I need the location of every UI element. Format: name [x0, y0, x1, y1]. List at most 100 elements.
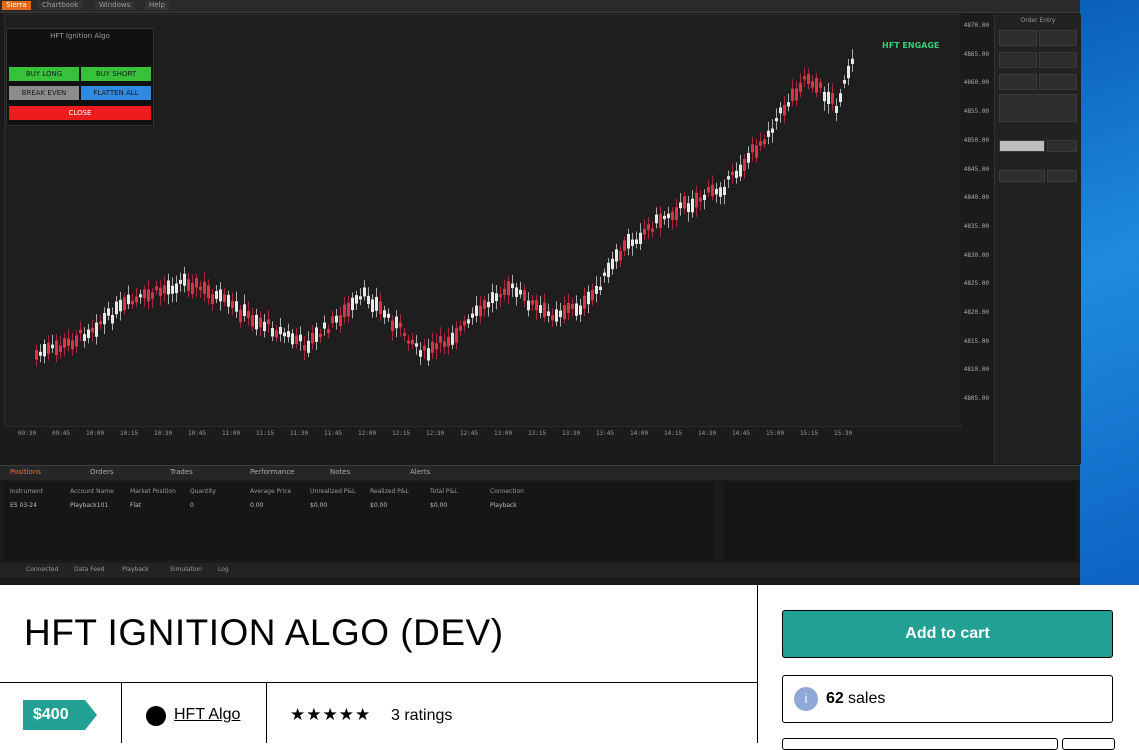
candle-body	[299, 334, 302, 342]
candle-body	[539, 305, 542, 313]
order-button[interactable]	[1039, 74, 1077, 90]
candle-body	[287, 331, 290, 338]
wishlist-button[interactable]	[782, 738, 1058, 750]
candle-body	[739, 164, 742, 177]
candle-body	[779, 107, 782, 114]
lower-tab[interactable]: Notes	[330, 468, 350, 476]
candle-body	[403, 332, 406, 337]
candle-body	[819, 82, 822, 88]
candle-body	[151, 292, 154, 299]
candle-body	[623, 240, 626, 251]
flatten-button[interactable]: FLATTEN ALL	[81, 86, 151, 100]
price-field[interactable]	[1047, 170, 1077, 182]
price-tick: 4820.00	[963, 309, 989, 316]
tif-field[interactable]	[999, 170, 1045, 182]
candle-body	[471, 313, 474, 318]
candle-body	[767, 130, 770, 137]
candle-body	[743, 158, 746, 171]
divider	[266, 683, 267, 743]
candle-body	[651, 228, 654, 232]
order-button[interactable]	[999, 74, 1037, 90]
status-tab[interactable]: Playback	[122, 566, 149, 573]
candle-body	[415, 343, 418, 347]
candle-body	[563, 305, 566, 320]
candle-body	[335, 315, 338, 323]
candle-body	[71, 340, 74, 350]
menu-item[interactable]: Help	[145, 1, 169, 10]
lower-tab[interactable]: Trades	[170, 468, 193, 476]
lower-tab[interactable]: Performance	[250, 468, 294, 476]
status-tab[interactable]: Data Feed	[74, 566, 105, 573]
order-button[interactable]	[999, 30, 1037, 46]
status-tab[interactable]: Connected	[26, 566, 58, 573]
status-tab[interactable]: Log	[218, 566, 229, 573]
candle-body	[283, 332, 286, 337]
candle-body	[235, 301, 238, 312]
order-quantity-box[interactable]	[999, 94, 1077, 122]
qty-field[interactable]	[1047, 140, 1077, 152]
price-tick: 4865.00	[963, 50, 989, 58]
account-field[interactable]	[999, 140, 1045, 152]
candle-body	[247, 311, 250, 318]
close-button[interactable]: CLOSE	[9, 106, 151, 120]
candle-body	[707, 186, 710, 193]
candle-body	[795, 88, 798, 101]
candle-body	[115, 301, 118, 315]
candle-body	[231, 301, 234, 309]
candle-body	[531, 300, 534, 305]
candle-body	[679, 202, 682, 209]
candle-body	[451, 332, 454, 345]
seller-link[interactable]: HFT Algo	[174, 706, 240, 724]
lower-tab[interactable]: Positions	[10, 468, 41, 476]
table-header: Market Position	[130, 488, 176, 495]
status-tab[interactable]: Simulation	[170, 566, 202, 573]
candle-body	[635, 239, 638, 244]
lower-tab[interactable]: Orders	[90, 468, 114, 476]
time-axis: 09:30 09:45 10:00 10:15 10:30 10:45 11:00 11:15…	[4, 427, 960, 441]
seller-avatar[interactable]	[146, 706, 166, 726]
order-button[interactable]	[1039, 30, 1077, 46]
price-tick: 4825.00	[963, 280, 989, 288]
candle-body	[195, 278, 198, 288]
candle-body	[491, 292, 494, 303]
table-header: Connection	[490, 488, 524, 495]
time-tick: 11:15	[256, 430, 275, 437]
candle-body	[463, 320, 466, 326]
candle-body	[279, 326, 282, 335]
order-button[interactable]	[1039, 52, 1077, 68]
table-header: Realized P&L	[370, 488, 409, 495]
price-tick: 4830.00	[963, 251, 989, 259]
candle-body	[603, 272, 606, 276]
add-to-cart-button[interactable]: Add to cart	[782, 610, 1113, 658]
price-badge-point	[85, 700, 97, 730]
buy-long-button[interactable]: BUY LONG	[9, 67, 79, 81]
candle-body	[147, 289, 150, 302]
candle-body	[691, 198, 694, 213]
candle-body	[327, 329, 330, 334]
break-even-button[interactable]: BREAK EVEN	[9, 86, 79, 100]
candle-body	[155, 286, 158, 291]
share-button[interactable]	[1062, 738, 1115, 750]
candle-body	[47, 342, 50, 354]
ratings-count[interactable]: 3 ratings	[391, 707, 452, 725]
candle-body	[363, 287, 366, 297]
candle-body	[251, 315, 254, 327]
table-cell: $0.00	[430, 502, 448, 509]
candle-body	[271, 328, 274, 337]
candle-body	[255, 314, 258, 330]
menu-item[interactable]: Windows	[95, 1, 135, 10]
candle-body	[371, 299, 374, 312]
menu-item[interactable]: Chartbook	[38, 1, 83, 10]
candle-body	[479, 305, 482, 317]
table-cell: Playback101	[70, 502, 109, 509]
candle-body	[375, 296, 378, 311]
candle-body	[351, 297, 354, 311]
buy-short-button[interactable]: BUY SHORT	[81, 67, 151, 81]
price-axis: 4870.00 4865.00 4860.00 4855.00 4850.00 4845.…	[961, 14, 993, 425]
order-button[interactable]	[999, 52, 1037, 68]
time-tick: 13:15	[528, 430, 547, 437]
candle-body	[527, 300, 530, 311]
lower-tab[interactable]: Alerts	[410, 468, 430, 476]
lower-tab-bar: Positions Orders Trades Performance Notes Ale…	[0, 465, 1080, 480]
candle-body	[263, 321, 266, 332]
